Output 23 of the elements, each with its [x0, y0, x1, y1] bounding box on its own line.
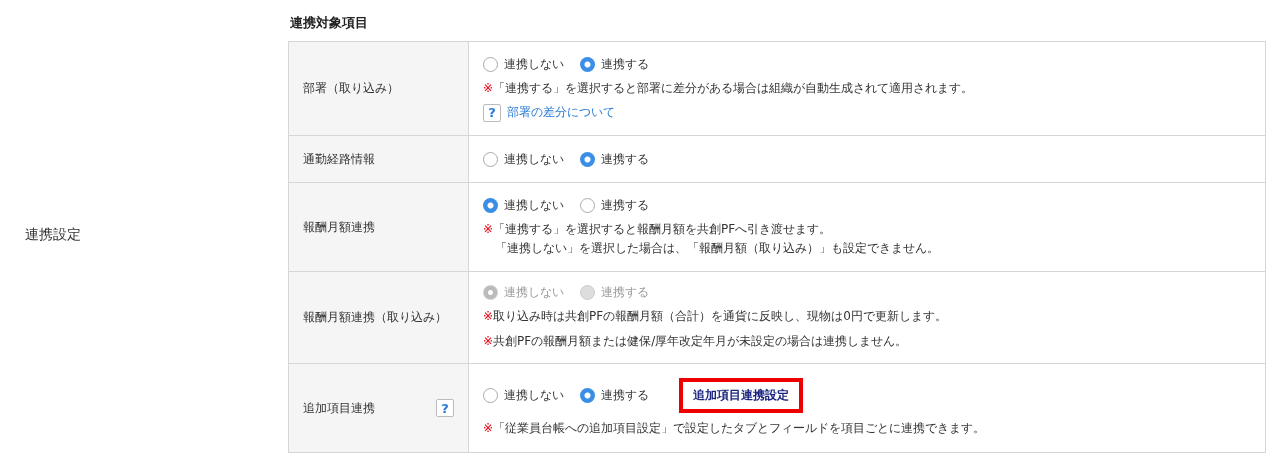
- row-label: 報酬月額連携（取り込み）: [303, 309, 447, 326]
- radio-option[interactable]: 連携する: [580, 150, 649, 168]
- help-icon[interactable]: ?: [436, 399, 454, 417]
- radio-option[interactable]: 連携しない: [483, 150, 564, 168]
- section-title: 連携対象項目: [289, 14, 369, 32]
- radio-option[interactable]: 連携しない: [483, 196, 564, 214]
- help-link[interactable]: ? 部署の差分について: [483, 103, 1251, 122]
- radio-option[interactable]: 連携する: [580, 387, 649, 404]
- radio-option[interactable]: 連携しない: [483, 387, 564, 404]
- row-label: 追加項目連携: [303, 399, 375, 417]
- row-label: 通勤経路情報: [303, 150, 375, 168]
- radio-option[interactable]: 連携する: [580, 55, 649, 73]
- radio-option[interactable]: 連携する: [580, 196, 649, 214]
- row-label: 報酬月額連携: [303, 218, 375, 236]
- note-text: ※「連携する」を選択すると報酬月額を共創PFへ引き渡せます。 「連携しない」を選択した場合は、「報酬月額（取り込み）」も設定できません。: [483, 220, 940, 257]
- note-text: ※取り込み時は共創PFの報酬月額（合計）を通貨に反映し、現物は0円で更新します。: [483, 308, 948, 325]
- note-text: ※「従業員台帳への追加項目設定」で設定したタブとフィールドを項目ごとに連携できます。: [483, 420, 987, 437]
- setting-label: 連携設定: [25, 225, 81, 244]
- radio-option[interactable]: 連携しない: [483, 55, 564, 73]
- row-label: 部署（取り込み）: [303, 80, 399, 97]
- note-text: ※共創PFの報酬月額または健保/厚年改定年月が未設定の場合は連携しません。: [483, 333, 909, 350]
- note-text: ※「連携する」を選択すると部署に差分がある場合は組織が自動生成されて適用されます。: [483, 79, 975, 97]
- settings-button[interactable]: 追加項目連携設定: [679, 378, 803, 413]
